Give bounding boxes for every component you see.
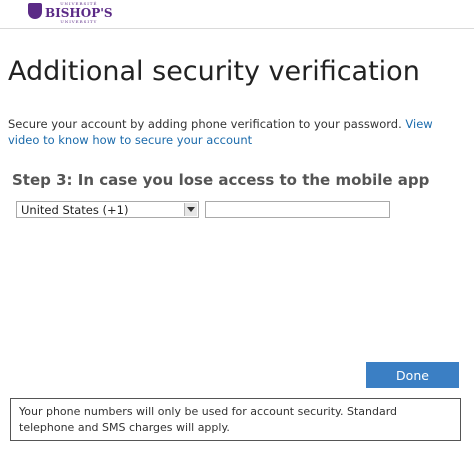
intro-text: Secure your account by adding phone veri… xyxy=(8,117,402,131)
country-select[interactable]: United States (+1) xyxy=(16,201,199,218)
privacy-notice: Your phone numbers will only be used for… xyxy=(10,398,461,441)
dropdown-button[interactable] xyxy=(184,203,197,216)
done-button[interactable]: Done xyxy=(366,362,459,388)
page-title: Additional security verification xyxy=(8,56,420,87)
chevron-down-icon xyxy=(187,207,195,212)
logo-main-text: BISHOP'S xyxy=(45,6,113,20)
intro-paragraph: Secure your account by adding phone veri… xyxy=(8,116,458,148)
crest-icon xyxy=(28,3,42,19)
country-select-value: United States (+1) xyxy=(21,203,129,217)
university-logo: UNIVERSITÉ BISHOP'S UNIVERSITY xyxy=(28,0,113,28)
step-heading: Step 3: In case you lose access to the m… xyxy=(12,171,430,189)
logo-bottom-text: UNIVERSITY xyxy=(60,19,98,24)
phone-number-input[interactable] xyxy=(205,201,390,218)
page-header: UNIVERSITÉ BISHOP'S UNIVERSITY xyxy=(0,0,474,29)
